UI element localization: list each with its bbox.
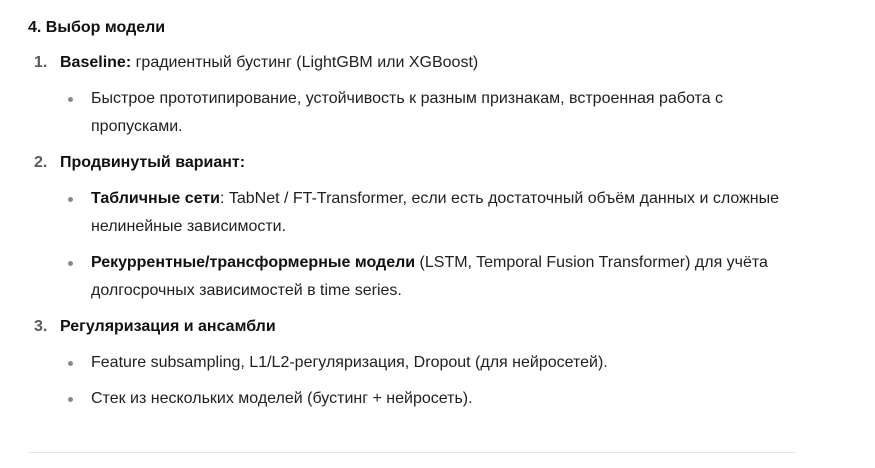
list-item-3: 3. Регуляризация и ансамбли: [34, 316, 276, 338]
list-item-label: Регуляризация и ансамбли: [60, 318, 276, 335]
bullet-dot: [68, 197, 73, 202]
bullet-body: Быстрое прототипирование, устойчивость к…: [91, 90, 724, 135]
document-body: 4. Выбор модели 1. Baseline: градиентный …: [0, 0, 875, 468]
bullet-item: Быстрое прототипирование, устойчивость к…: [68, 85, 798, 141]
list-item-label: Baseline:: [60, 54, 132, 71]
list-number: 1.: [34, 54, 48, 71]
list-item-text: градиентный бустинг (LightGBM или XGBoos…: [131, 54, 479, 71]
bullet-item: Feature subsampling, L1/L2-регуляризация…: [68, 349, 798, 377]
bullet-text: Рекуррентные/трансформерные модели (LSTM…: [91, 249, 798, 305]
bullet-dot: [68, 397, 73, 402]
bullet-dot: [68, 361, 73, 366]
bullet-dot: [68, 261, 73, 266]
list-item-2: 2. Продвинутый вариант:: [34, 152, 245, 174]
list-item-1: 1. Baseline: градиентный бустинг (LightGB…: [34, 52, 478, 74]
list-item-label: Продвинутый вариант:: [60, 154, 246, 171]
bullet-body: Feature subsampling, L1/L2-регуляризация…: [91, 354, 608, 371]
bullet-text: Feature subsampling, L1/L2-регуляризация…: [91, 349, 798, 377]
list-number: 3.: [34, 318, 48, 335]
section-divider: [28, 452, 796, 453]
bullet-bold: Рекуррентные/трансформерные модели: [91, 254, 416, 271]
bullet-dot: [68, 97, 73, 102]
bullet-item: Рекуррентные/трансформерные модели (LSTM…: [68, 249, 798, 305]
bullet-item: Стек из нескольких моделей (бустинг + не…: [68, 385, 798, 413]
bullet-item: Табличные сети: TabNet / FT-Transformer,…: [68, 185, 798, 241]
list-number: 2.: [34, 154, 48, 171]
bullet-text: Стек из нескольких моделей (бустинг + не…: [91, 385, 798, 413]
bullet-text: Быстрое прототипирование, устойчивость к…: [91, 85, 798, 141]
bullet-body: Стек из нескольких моделей (бустинг + не…: [91, 390, 473, 407]
bullet-bold: Табличные сети: [91, 190, 220, 207]
section-heading: 4. Выбор модели: [28, 19, 166, 36]
bullet-text: Табличные сети: TabNet / FT-Transformer,…: [91, 185, 798, 241]
